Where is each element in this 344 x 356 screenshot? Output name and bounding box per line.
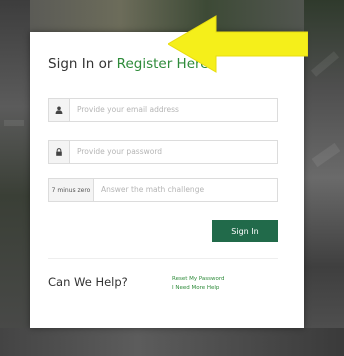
- backdrop-bottom: [0, 328, 344, 356]
- title-prefix: Sign In or: [48, 56, 117, 72]
- help-heading: Can We Help?: [48, 275, 128, 289]
- lock-icon: [49, 141, 70, 163]
- math-challenge-field[interactable]: 7 minus zero Answer the math challenge: [48, 178, 278, 202]
- email-placeholder: Provide your email address: [77, 105, 179, 114]
- math-question: 7 minus zero: [49, 179, 94, 201]
- yellow-arrow-icon: [168, 15, 308, 73]
- sign-in-modal: Sign In or Register Here Provide your em…: [30, 32, 304, 328]
- sign-in-button[interactable]: Sign In: [212, 220, 278, 242]
- password-placeholder: Provide your password: [77, 147, 163, 156]
- user-icon: [49, 99, 70, 121]
- math-placeholder: Answer the math challenge: [101, 185, 205, 194]
- backdrop-left: [0, 0, 30, 356]
- password-field[interactable]: Provide your password: [48, 140, 278, 164]
- backdrop-right: [304, 0, 344, 356]
- more-help-link[interactable]: I Need More Help: [172, 285, 219, 291]
- email-field[interactable]: Provide your email address: [48, 98, 278, 122]
- backdrop-stripe: [4, 120, 24, 126]
- reset-password-link[interactable]: Reset My Password: [172, 276, 225, 282]
- divider: [48, 258, 278, 259]
